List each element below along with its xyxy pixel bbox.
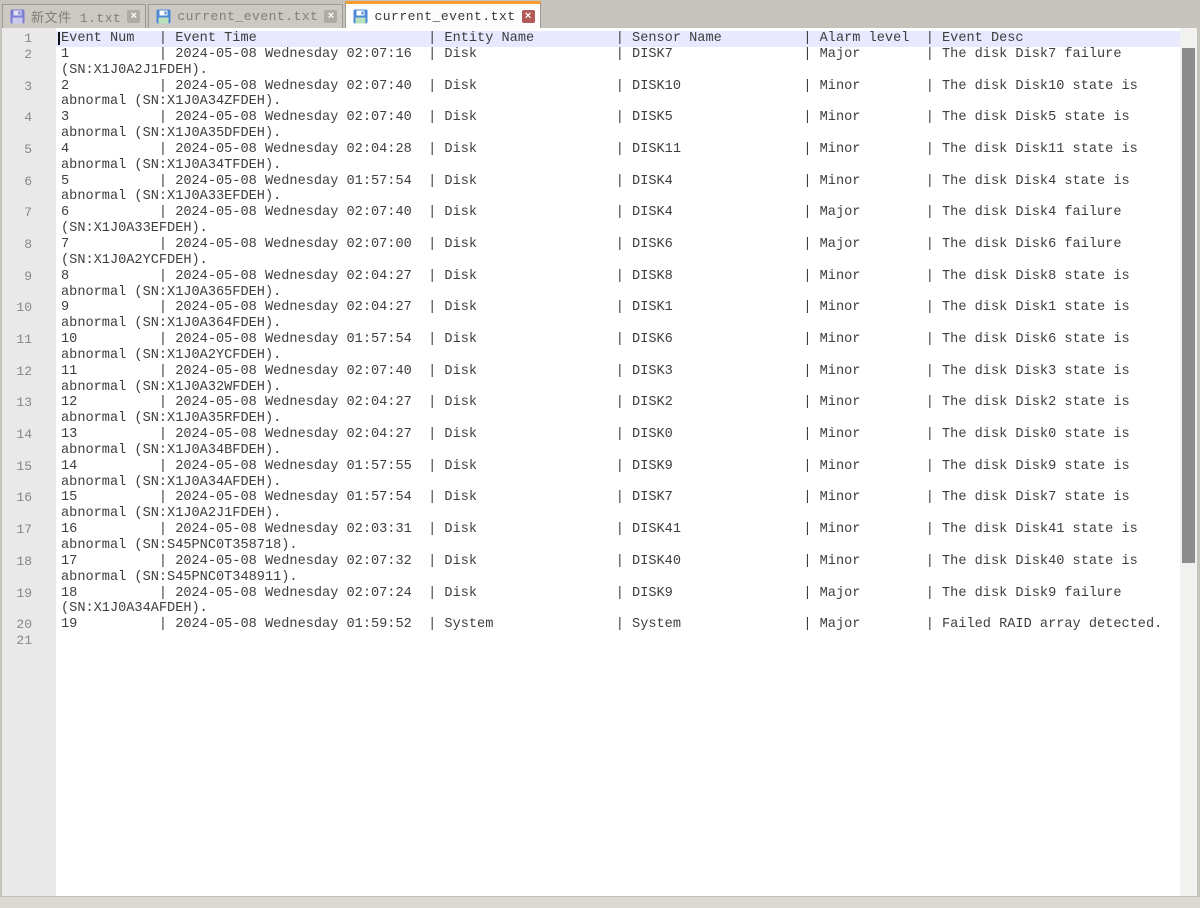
line-number: 13: [2, 395, 56, 411]
line-number: [2, 443, 56, 459]
editor-line: 5 | 2024-05-08 Wednesday 01:57:54 | Disk…: [56, 174, 1180, 190]
editor-line: 18 | 2024-05-08 Wednesday 02:07:24 | Dis…: [56, 586, 1180, 602]
editor-line: 9 | 2024-05-08 Wednesday 02:04:27 | Disk…: [56, 300, 1180, 316]
floppy-disk-icon: [10, 9, 25, 24]
editor-line: 11 | 2024-05-08 Wednesday 02:07:40 | Dis…: [56, 364, 1180, 380]
line-number: 18: [2, 554, 56, 570]
editor-line: 19 | 2024-05-08 Wednesday 01:59:52 | Sys…: [56, 617, 1180, 633]
line-number: 17: [2, 522, 56, 538]
line-number: 3: [2, 79, 56, 95]
editor-line: 17 | 2024-05-08 Wednesday 02:07:32 | Dis…: [56, 554, 1180, 570]
line-number: [2, 126, 56, 142]
close-icon[interactable]: ×: [522, 10, 535, 23]
editor-line: 3 | 2024-05-08 Wednesday 02:07:40 | Disk…: [56, 110, 1180, 126]
close-icon[interactable]: ×: [324, 10, 337, 23]
tab-title: 新文件 1.txt: [31, 7, 121, 26]
editor-line: abnormal (SN:X1J0A34ZFDEH).: [56, 94, 1180, 110]
line-number: 15: [2, 459, 56, 475]
floppy-disk-icon: [156, 9, 171, 24]
tab-title: current_event.txt: [177, 9, 318, 24]
line-number: 10: [2, 300, 56, 316]
scrollbar-thumb[interactable]: [1182, 48, 1195, 563]
line-number: 4: [2, 110, 56, 126]
tab-bar: 新文件 1.txt × current_event.txt × current_…: [0, 0, 1200, 28]
editor-line: [56, 633, 1180, 649]
editor-line: abnormal (SN:S45PNC0T358718).: [56, 538, 1180, 554]
floppy-disk-icon: [353, 9, 368, 24]
text-area[interactable]: Event Num | Event Time | Entity Name | S…: [56, 28, 1180, 896]
tab-current-event-2-active[interactable]: current_event.txt ×: [345, 1, 540, 28]
line-number: 5: [2, 142, 56, 158]
line-number: [2, 348, 56, 364]
text-caret: [58, 32, 60, 45]
line-number: [2, 601, 56, 617]
line-number: [2, 506, 56, 522]
editor-line: 4 | 2024-05-08 Wednesday 02:04:28 | Disk…: [56, 142, 1180, 158]
editor-line: abnormal (SN:X1J0A34BFDEH).: [56, 443, 1180, 459]
editor-line: 1 | 2024-05-08 Wednesday 02:07:16 | Disk…: [56, 47, 1180, 63]
editor-line: 10 | 2024-05-08 Wednesday 01:57:54 | Dis…: [56, 332, 1180, 348]
editor-line: 6 | 2024-05-08 Wednesday 02:07:40 | Disk…: [56, 205, 1180, 221]
editor-line: 8 | 2024-05-08 Wednesday 02:04:27 | Disk…: [56, 269, 1180, 285]
line-number: 8: [2, 237, 56, 253]
line-number: 6: [2, 174, 56, 190]
line-number: 19: [2, 586, 56, 602]
editor-line: abnormal (SN:X1J0A34TFDEH).: [56, 158, 1180, 174]
tab-current-event-1[interactable]: current_event.txt ×: [148, 4, 343, 28]
tab-title: current_event.txt: [374, 9, 515, 24]
line-number: [2, 316, 56, 332]
line-number: [2, 285, 56, 301]
editor-line: abnormal (SN:S45PNC0T348911).: [56, 570, 1180, 586]
line-number: [2, 63, 56, 79]
editor-line: 15 | 2024-05-08 Wednesday 01:57:54 | Dis…: [56, 490, 1180, 506]
editor-line: abnormal (SN:X1J0A32WFDEH).: [56, 380, 1180, 396]
line-number: [2, 411, 56, 427]
editor-line: 2 | 2024-05-08 Wednesday 02:07:40 | Disk…: [56, 79, 1180, 95]
line-number: [2, 538, 56, 554]
editor-line: abnormal (SN:X1J0A364FDEH).: [56, 316, 1180, 332]
line-number: [2, 475, 56, 491]
line-number: 21: [2, 633, 56, 649]
editor-main: 123456789101112131415161718192021 Event …: [2, 28, 1197, 896]
line-number: 20: [2, 617, 56, 633]
line-number: 12: [2, 364, 56, 380]
editor-line: abnormal (SN:X1J0A35RFDEH).: [56, 411, 1180, 427]
line-number: [2, 189, 56, 205]
editor-line: abnormal (SN:X1J0A2YCFDEH).: [56, 348, 1180, 364]
line-number: 9: [2, 269, 56, 285]
editor-line: (SN:X1J0A2J1FDEH).: [56, 63, 1180, 79]
line-number: 11: [2, 332, 56, 348]
line-number: 7: [2, 205, 56, 221]
editor-line: 12 | 2024-05-08 Wednesday 02:04:27 | Dis…: [56, 395, 1180, 411]
line-number-gutter: 123456789101112131415161718192021: [2, 28, 56, 896]
editor-line: abnormal (SN:X1J0A365FDEH).: [56, 285, 1180, 301]
bottom-bar: [0, 896, 1200, 908]
line-number: [2, 253, 56, 269]
editor-line: 14 | 2024-05-08 Wednesday 01:57:55 | Dis…: [56, 459, 1180, 475]
editor-line: abnormal (SN:X1J0A35DFDEH).: [56, 126, 1180, 142]
line-number: 14: [2, 427, 56, 443]
tab-new-file-1[interactable]: 新文件 1.txt ×: [2, 4, 146, 28]
line-number: 2: [2, 47, 56, 63]
editor-line: (SN:X1J0A2YCFDEH).: [56, 253, 1180, 269]
close-icon[interactable]: ×: [127, 10, 140, 23]
line-number: [2, 158, 56, 174]
editor-line: abnormal (SN:X1J0A2J1FDEH).: [56, 506, 1180, 522]
line-number: [2, 94, 56, 110]
line-number: 1: [2, 31, 56, 47]
line-number: [2, 221, 56, 237]
editor-line: (SN:X1J0A34AFDEH).: [56, 601, 1180, 617]
editor-line: (SN:X1J0A33EFDEH).: [56, 221, 1180, 237]
line-number: [2, 570, 56, 586]
editor-line: 7 | 2024-05-08 Wednesday 02:07:00 | Disk…: [56, 237, 1180, 253]
line-number: 16: [2, 490, 56, 506]
editor-line: abnormal (SN:X1J0A34AFDEH).: [56, 475, 1180, 491]
editor-line-current: Event Num | Event Time | Entity Name | S…: [56, 31, 1180, 47]
line-number: [2, 380, 56, 396]
editor-window: 新文件 1.txt × current_event.txt × current_…: [0, 0, 1200, 908]
editor-line: 16 | 2024-05-08 Wednesday 02:03:31 | Dis…: [56, 522, 1180, 538]
vertical-scrollbar[interactable]: [1180, 28, 1197, 896]
editor-line: 13 | 2024-05-08 Wednesday 02:04:27 | Dis…: [56, 427, 1180, 443]
editor-line: abnormal (SN:X1J0A33EFDEH).: [56, 189, 1180, 205]
